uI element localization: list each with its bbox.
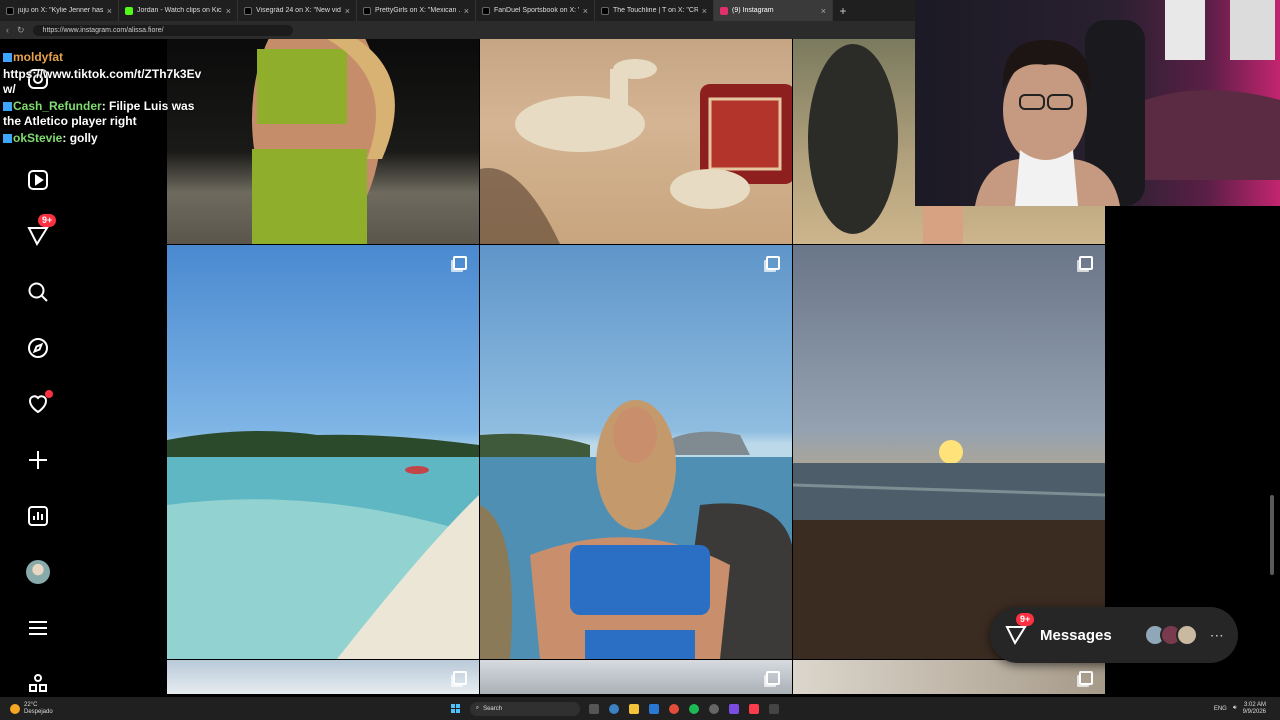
- browser-tab[interactable]: Jordan - Watch clips on Kick ×: [119, 0, 238, 21]
- chat-message: Cash_Refunder: Filipe Luis was the Atlet…: [3, 99, 195, 128]
- post-image: [167, 431, 479, 659]
- more-icon[interactable]: ⋯: [1210, 627, 1224, 644]
- browser-tab[interactable]: PrettyGirls on X: "Mexican ... http...×: [357, 0, 476, 21]
- post-tile[interactable]: [167, 245, 479, 659]
- multiple-posts-icon: [453, 671, 467, 685]
- url-field[interactable]: https://www.instagram.com/alissa.fiore/: [32, 24, 293, 36]
- taskbar-search[interactable]: ⌕ Search: [469, 701, 580, 716]
- heart-icon[interactable]: [24, 390, 53, 418]
- post-tile[interactable]: [793, 660, 1105, 694]
- browser-tab-bar: juju on X: "Kylie Jenner has to...× Jord…: [0, 0, 915, 21]
- spotify-icon[interactable]: [688, 703, 699, 714]
- browser-tab[interactable]: juju on X: "Kylie Jenner has to...×: [0, 0, 119, 21]
- multiple-posts-icon: [1079, 256, 1093, 270]
- weather-icon: [10, 703, 20, 714]
- reels-icon[interactable]: [24, 166, 52, 194]
- browser-tab-active[interactable]: (9) Instagram ×: [714, 0, 833, 21]
- volume-icon[interactable]: 🔊︎: [1233, 705, 1237, 712]
- menu-icon[interactable]: [24, 614, 52, 642]
- x-icon: [363, 6, 371, 15]
- webcam-overlay: [915, 0, 1280, 206]
- apps-icon[interactable]: [24, 670, 52, 698]
- create-icon[interactable]: [24, 446, 52, 474]
- multiple-posts-icon: [766, 256, 780, 270]
- x-icon: [244, 6, 252, 15]
- edge-icon[interactable]: [608, 703, 619, 714]
- browser-tab[interactable]: Visegrád 24 on X: "New video sh...×: [238, 0, 357, 21]
- close-icon[interactable]: ×: [821, 6, 826, 16]
- badge-icon: [3, 53, 12, 63]
- close-icon[interactable]: ×: [702, 6, 707, 16]
- messages-button[interactable]: 9+ Messages ⋯: [990, 607, 1238, 663]
- multiple-posts-icon: [766, 671, 780, 685]
- avatar: [26, 560, 50, 584]
- stream-chat-overlay: moldyfat https://www.tiktok.com/t/ZTh7k3…: [3, 50, 213, 148]
- kick-icon: [125, 6, 133, 15]
- close-icon[interactable]: ×: [226, 6, 231, 16]
- chat-message: https://www.tiktok.com/t/ZTh7k3Ev w/: [3, 67, 202, 96]
- direct-icon: 9+: [1004, 613, 1035, 647]
- chat-message: okStevie: golly: [3, 131, 213, 146]
- x-icon: [601, 6, 609, 15]
- webcam-image: [975, 0, 1280, 206]
- avatar: [1175, 624, 1198, 646]
- post-tile[interactable]: [793, 245, 1105, 659]
- post-image: [793, 440, 1105, 659]
- browser-tab[interactable]: FanDuel Sportsbook on X: "Lionel...×: [476, 0, 595, 21]
- taskbar: 22°C Despejado ⌕ Search ENG 🔊︎ 3:02 AM 9/…: [0, 697, 1280, 720]
- scrollbar[interactable]: [1270, 495, 1274, 575]
- messages-label: Messages: [1040, 626, 1112, 644]
- post-tile[interactable]: [480, 39, 792, 244]
- post-tile[interactable]: [167, 39, 479, 244]
- music-icon[interactable]: [748, 703, 759, 714]
- badge-icon: [3, 102, 12, 112]
- close-icon[interactable]: ×: [464, 6, 469, 16]
- explore-icon[interactable]: [24, 334, 52, 362]
- close-icon[interactable]: ×: [583, 6, 588, 16]
- task-view-icon[interactable]: [588, 703, 599, 714]
- post-tile[interactable]: [167, 660, 479, 694]
- search-icon: ⌕: [475, 705, 480, 711]
- post-image: [252, 39, 395, 244]
- weather-widget[interactable]: 22°C Despejado: [24, 702, 53, 716]
- profile-icon[interactable]: [24, 558, 52, 586]
- mail-icon[interactable]: [648, 703, 659, 714]
- x-icon: [6, 6, 14, 15]
- chat-message: moldyfat: [3, 50, 213, 65]
- post-image: [480, 59, 792, 244]
- chrome-icon[interactable]: [668, 703, 679, 714]
- post-tile[interactable]: [480, 660, 792, 694]
- reload-icon[interactable]: ↻: [17, 25, 25, 36]
- post-tile[interactable]: [480, 245, 792, 659]
- back-icon[interactable]: ‹: [6, 25, 9, 35]
- dashboard-icon[interactable]: [24, 502, 52, 530]
- language-indicator[interactable]: ENG: [1214, 706, 1227, 712]
- address-bar: ‹ ↻ https://www.instagram.com/alissa.fio…: [0, 21, 915, 39]
- file-explorer-icon[interactable]: [628, 703, 639, 714]
- clock[interactable]: 3:02 AM 9/9/2026: [1243, 702, 1266, 716]
- new-tab-button[interactable]: +: [833, 4, 853, 18]
- close-icon[interactable]: ×: [345, 6, 350, 16]
- direct-icon[interactable]: 9+: [24, 214, 57, 250]
- start-icon[interactable]: [450, 703, 461, 714]
- close-icon[interactable]: ×: [107, 6, 112, 16]
- search-icon[interactable]: [24, 278, 52, 306]
- notification-dot: [45, 390, 53, 398]
- multiple-posts-icon: [453, 256, 467, 270]
- browser-tab[interactable]: The Touchline | T on X: "CRAZY...×: [595, 0, 714, 21]
- instagram-icon: [720, 6, 728, 15]
- app-icon[interactable]: [768, 703, 779, 714]
- notification-badge: 9+: [38, 214, 57, 227]
- x-icon: [482, 6, 490, 15]
- settings-icon[interactable]: [708, 703, 719, 714]
- notification-badge: 9+: [1016, 613, 1035, 626]
- obs-icon[interactable]: [728, 703, 739, 714]
- recent-contacts: [1134, 624, 1198, 646]
- badge-icon: [3, 134, 12, 144]
- multiple-posts-icon: [1079, 671, 1093, 685]
- post-image: [480, 400, 792, 659]
